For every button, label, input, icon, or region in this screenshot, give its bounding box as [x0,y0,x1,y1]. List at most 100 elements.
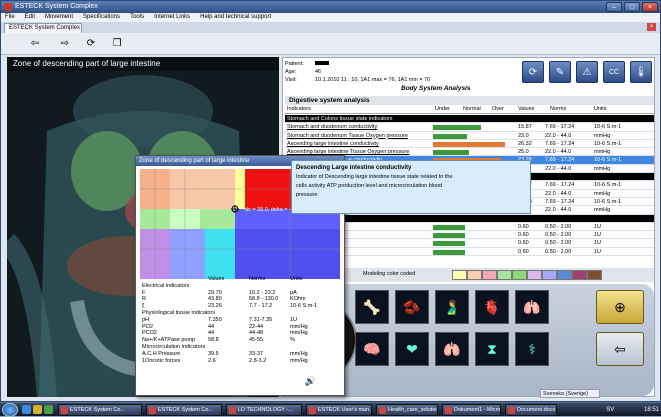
maximize-button[interactable]: □ [624,2,640,12]
indicator-name: Ascending large intestine conductivity [287,140,379,147]
organ-grid: 🦴 🫘 🫃 🫀 🫁 🧠 ❤ 🫁 ⧗ ⚕ [355,290,549,366]
table-header: Indicators Under Normal Over Values Norm… [285,105,654,114]
indicator-unit: mmHg [594,132,611,139]
group-row[interactable]: Stomach and Colons tissue state indicato… [285,115,654,124]
indicator-value: 15.87 [518,124,532,131]
table-row[interactable]: Ascending large intestine conductivity 26… [285,140,654,149]
speaker-icon[interactable]: 🔊 [305,376,316,387]
folder-icon[interactable] [33,405,42,414]
hourglass-icon[interactable]: ⧗ [475,332,509,366]
indicator-value: 0.60 [518,223,529,230]
measurement-name: R [142,296,146,303]
measurement-row: A.C.H Pressure 39.5 33-37 mm/Hg [142,351,342,358]
tab-strip: ESTECK System Complex × [1,22,660,33]
clock[interactable]: 18:51 [644,407,659,413]
measurement-unit: mm/Hg [290,357,308,364]
tab-label: ESTECK System Complex [9,25,81,31]
indicator-norm: 0.50 - 2.00 [545,248,572,255]
arrow-right-icon[interactable]: ⇨ [57,37,73,51]
visit-label: Visit: [285,77,297,83]
indicator-unit: mmHg [594,207,611,214]
measurement-name: ξ [142,303,145,310]
menu-help[interactable]: Help and technical support [200,13,271,22]
measurement-row: Microcirculation indicators [142,344,342,351]
indicator-norm: 22.0 - 44.0 [545,165,572,172]
task-app-icon [379,407,386,414]
task-label: LD TECHNOLOGY -... [238,407,293,413]
refresh-icon[interactable]: ⟳ [83,37,99,51]
taskbar-task[interactable]: Document.docx - Mi... [505,404,557,416]
liver-organ-icon[interactable]: 🫀 [475,290,509,324]
taskbar-task[interactable]: Health_care_solutio... [376,404,438,416]
select-zone-button[interactable]: ⊕ [596,290,644,324]
taskbar-task[interactable]: ESTECK System Co... [146,404,222,416]
menu-internet-links[interactable]: Internet Links [154,13,190,22]
digestive-title: Digestive system analysis [285,96,654,105]
indicator-norm: 22.0 - 44.0 [545,207,572,214]
spine-organ-icon[interactable]: 🦴 [355,290,389,324]
measurement-norm: 22-44 [249,323,264,330]
taskbar-task[interactable]: ESTECK User's man... [306,404,372,416]
table-row[interactable]: Stomach and duodenum Tissue Oxygen press… [285,132,654,140]
patient-name-redacted [315,61,329,65]
stomach-organ-icon[interactable]: 🫃 [435,290,469,324]
indicator-bar [433,133,467,139]
indicator-unit: 10-6 S.m-1 [594,182,622,189]
measurement-value: 39.5 [208,350,219,357]
minimize-button[interactable]: – [606,2,622,12]
indicator-norm: 0.50 - 2.00 [545,232,572,239]
table-row[interactable]: Stomach and duodenum conductivity 15.87 7.… [285,123,654,132]
indicator-norm: 0.50 - 2.00 [545,223,572,230]
tab-esteck[interactable]: ESTECK System Complex [4,23,82,33]
refresh-icon[interactable]: ⟳ [522,61,544,83]
thermometer-icon[interactable]: 🌡 [630,61,652,83]
indicator-unit: 1U [594,223,602,230]
menu-movement[interactable]: Movement [45,13,73,22]
header-values: Values [518,106,535,112]
header-over: Over [492,106,504,112]
indicator-norm: 7.69 - 17.24 [545,157,575,164]
tab-close-button[interactable]: × [647,23,656,31]
app-icon [4,3,12,11]
taskbar-task[interactable]: Dokument1 - Micro... [442,404,501,416]
media-icon[interactable] [44,405,53,414]
brain-organ-icon[interactable]: 🧠 [355,332,389,366]
close-button[interactable]: × [642,2,658,12]
kidney-organ-icon[interactable]: 🫘 [395,290,429,324]
heart-organ-icon[interactable]: ❤ [395,332,429,366]
ie-icon[interactable] [22,405,31,414]
zone-title: Zone of descending part of large intesti… [7,57,279,71]
lungs-organ-icon[interactable]: 🫁 [435,332,469,366]
analysis-tools: ⟳ ✎ ⚠ CC 🌡 [522,61,652,83]
measurement-name: F [142,289,146,296]
indicator-bar [433,233,465,239]
edit-icon[interactable]: ✎ [549,61,571,83]
cc-icon[interactable]: CC [603,61,625,83]
color-swatch [482,270,497,280]
age-label: Age: [285,69,297,75]
pancreas-organ-icon[interactable]: ⚕ [515,332,549,366]
measurement-row: pH 7.350 7.31-7.35 1U [142,317,342,324]
language-bar[interactable]: Svenska (Sverige) [540,389,600,398]
measurement-row: 1Oncotic forces 2.6 2.8-3.2 mm/Hg [142,358,342,365]
indicator-unit: 10-6 S.m-1 [594,198,622,205]
copy-icon[interactable]: ❐ [109,37,125,51]
menu-file[interactable]: File [5,13,15,22]
start-button[interactable] [2,403,18,417]
patient-info: Patient: Age: 46 Visit: 10.1.2010 11 : 10,… [285,60,485,84]
window-title: ESTECK System Complex [15,3,98,10]
toolbar: ⇦ ⇨ ⟳ ❐ [1,33,660,55]
menu-edit[interactable]: Edit [25,13,35,22]
arrow-left-icon[interactable]: ⇦ [27,37,43,51]
menu-tools[interactable]: Tools [130,13,144,22]
indicator-tooltip: Descending Large intestine conductivity … [291,160,531,214]
lungs-organ-icon[interactable]: 🫁 [515,290,549,324]
back-button[interactable]: ⇦ [596,332,644,366]
menu-specifications[interactable]: Specifications [83,13,120,22]
task-app-icon [445,407,452,414]
taskbar-task[interactable]: LD TECHNOLOGY -... [226,404,302,416]
indicator-unit: 10-6 S.m-1 [594,124,622,131]
warning-icon[interactable]: ⚠ [576,61,598,83]
tray-language[interactable]: SV [606,407,614,413]
taskbar-task[interactable]: ESTECK System Co... [58,404,142,416]
